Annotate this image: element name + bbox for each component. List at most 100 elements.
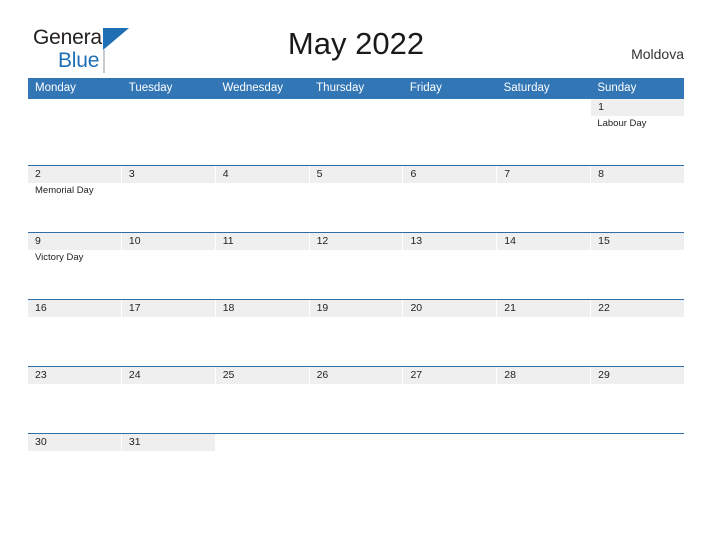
- day-number[interactable]: 20: [403, 300, 497, 317]
- day-cell-empty: [497, 451, 591, 467]
- day-number[interactable]: 27: [403, 367, 497, 384]
- day-number-empty: [309, 434, 403, 451]
- day-cell-empty: [403, 384, 497, 433]
- week-date-band: 9 10 11 12 13 14 15: [28, 233, 685, 250]
- day-cell-empty: [497, 384, 591, 433]
- day-cell-empty: [28, 451, 122, 467]
- day-number[interactable]: 16: [28, 300, 121, 317]
- week-event-band: [28, 451, 684, 467]
- calendar-table: Monday Tuesday Wednesday Thursday Friday Satu…: [28, 78, 685, 467]
- day-number[interactable]: 29: [591, 367, 685, 384]
- day-number-empty: [591, 434, 685, 451]
- weekday-header-monday: Monday: [35, 82, 76, 94]
- week-event-band: Victory Day: [28, 250, 684, 299]
- day-cell-empty: [403, 317, 497, 366]
- day-number[interactable]: 5: [309, 166, 403, 183]
- day-number[interactable]: 12: [309, 233, 403, 250]
- day-number[interactable]: 30: [28, 434, 121, 451]
- day-number-empty: [215, 99, 309, 116]
- day-cell-empty: [497, 250, 591, 299]
- week-date-band: 30 31: [28, 434, 685, 451]
- day-cell-empty: [215, 250, 309, 299]
- calendar-week-row: 30 31: [28, 433, 685, 467]
- holiday-label: Memorial Day: [35, 185, 94, 196]
- day-cell-empty: [215, 384, 309, 433]
- day-cell-empty: [122, 116, 216, 165]
- day-cell-empty: [497, 183, 591, 232]
- week-date-band: 1: [28, 99, 685, 116]
- day-number-empty: [403, 99, 497, 116]
- day-cell-empty: [122, 384, 216, 433]
- week-event-band: Labour Day: [28, 116, 684, 165]
- day-number[interactable]: 9: [28, 233, 121, 250]
- day-cell-empty: [309, 317, 403, 366]
- weekday-header-tuesday: Tuesday: [128, 82, 173, 94]
- calendar-week-row: 16 17 18 19 20 21 22: [28, 299, 685, 366]
- day-cell-empty: [403, 116, 497, 165]
- day-event-cell[interactable]: Memorial Day: [28, 183, 122, 232]
- day-number[interactable]: 22: [591, 300, 685, 317]
- day-number[interactable]: 24: [121, 367, 215, 384]
- day-number[interactable]: 6: [403, 166, 497, 183]
- day-number[interactable]: 17: [121, 300, 215, 317]
- day-number[interactable]: 28: [497, 367, 591, 384]
- day-cell-empty: [122, 451, 216, 467]
- day-number[interactable]: 7: [497, 166, 591, 183]
- day-number[interactable]: 18: [215, 300, 309, 317]
- day-number[interactable]: 21: [497, 300, 591, 317]
- day-cell-empty: [122, 183, 216, 232]
- day-number[interactable]: 26: [309, 367, 403, 384]
- calendar-week-row: 2 3 4 5 6 7 8 Memorial Day: [28, 165, 685, 232]
- day-event-cell[interactable]: Labour Day: [590, 116, 684, 165]
- day-cell-empty: [215, 183, 309, 232]
- week-event-band: [28, 384, 684, 433]
- day-number[interactable]: 15: [591, 233, 685, 250]
- calendar-weeks: 1 Labour Day 2 3 4 5 6 7 8 Memorial Day 9 10 11 12 13 1…: [28, 99, 685, 467]
- day-number[interactable]: 3: [121, 166, 215, 183]
- day-cell-empty: [309, 116, 403, 165]
- day-cell-empty: [497, 317, 591, 366]
- day-cell-empty: [590, 183, 684, 232]
- day-cell-empty: [122, 250, 216, 299]
- day-cell-empty: [497, 116, 591, 165]
- holiday-label: Victory Day: [35, 252, 84, 263]
- day-number[interactable]: 11: [215, 233, 309, 250]
- day-cell-empty: [403, 183, 497, 232]
- week-date-band: 2345678: [28, 166, 685, 183]
- day-number[interactable]: 2: [28, 166, 121, 183]
- day-number[interactable]: 23: [28, 367, 121, 384]
- day-cell-empty: [309, 384, 403, 433]
- day-number[interactable]: 8: [591, 166, 685, 183]
- holiday-label: Labour Day: [597, 118, 647, 129]
- weekday-header-row: Monday Tuesday Wednesday Thursday Friday Satu…: [28, 78, 684, 99]
- day-number[interactable]: 31: [121, 434, 215, 451]
- week-event-band: Memorial Day: [28, 183, 684, 232]
- day-number[interactable]: 14: [497, 233, 591, 250]
- day-number[interactable]: 10: [121, 233, 215, 250]
- day-cell-empty: [590, 250, 684, 299]
- day-number-empty: [215, 434, 309, 451]
- day-cell-empty: [590, 384, 684, 433]
- country-label: Moldova: [631, 46, 684, 62]
- day-number[interactable]: 13: [403, 233, 497, 250]
- day-number[interactable]: 25: [215, 367, 309, 384]
- day-cell-empty: [215, 317, 309, 366]
- day-cell-empty: [122, 317, 216, 366]
- day-number-empty: [497, 434, 591, 451]
- day-cell-empty: [403, 451, 497, 467]
- day-cell-empty: [403, 250, 497, 299]
- calendar-week-row: 23 24 25 26 27 28 29: [28, 366, 685, 433]
- day-number-empty: [121, 99, 215, 116]
- calendar-week-row: 1 Labour Day: [28, 99, 685, 165]
- day-number-empty: [403, 434, 497, 451]
- day-number[interactable]: 19: [309, 300, 403, 317]
- day-number-empty: [28, 99, 121, 116]
- day-cell-empty: [28, 317, 122, 366]
- day-event-cell[interactable]: Victory Day: [28, 250, 122, 299]
- day-number[interactable]: 4: [215, 166, 309, 183]
- weekday-header-wednesday: Wednesday: [222, 82, 283, 94]
- day-number-empty: [309, 99, 403, 116]
- day-number[interactable]: 1: [591, 99, 685, 116]
- week-date-band: 16 17 18 19 20 21 22: [28, 300, 685, 317]
- day-cell-empty: [309, 183, 403, 232]
